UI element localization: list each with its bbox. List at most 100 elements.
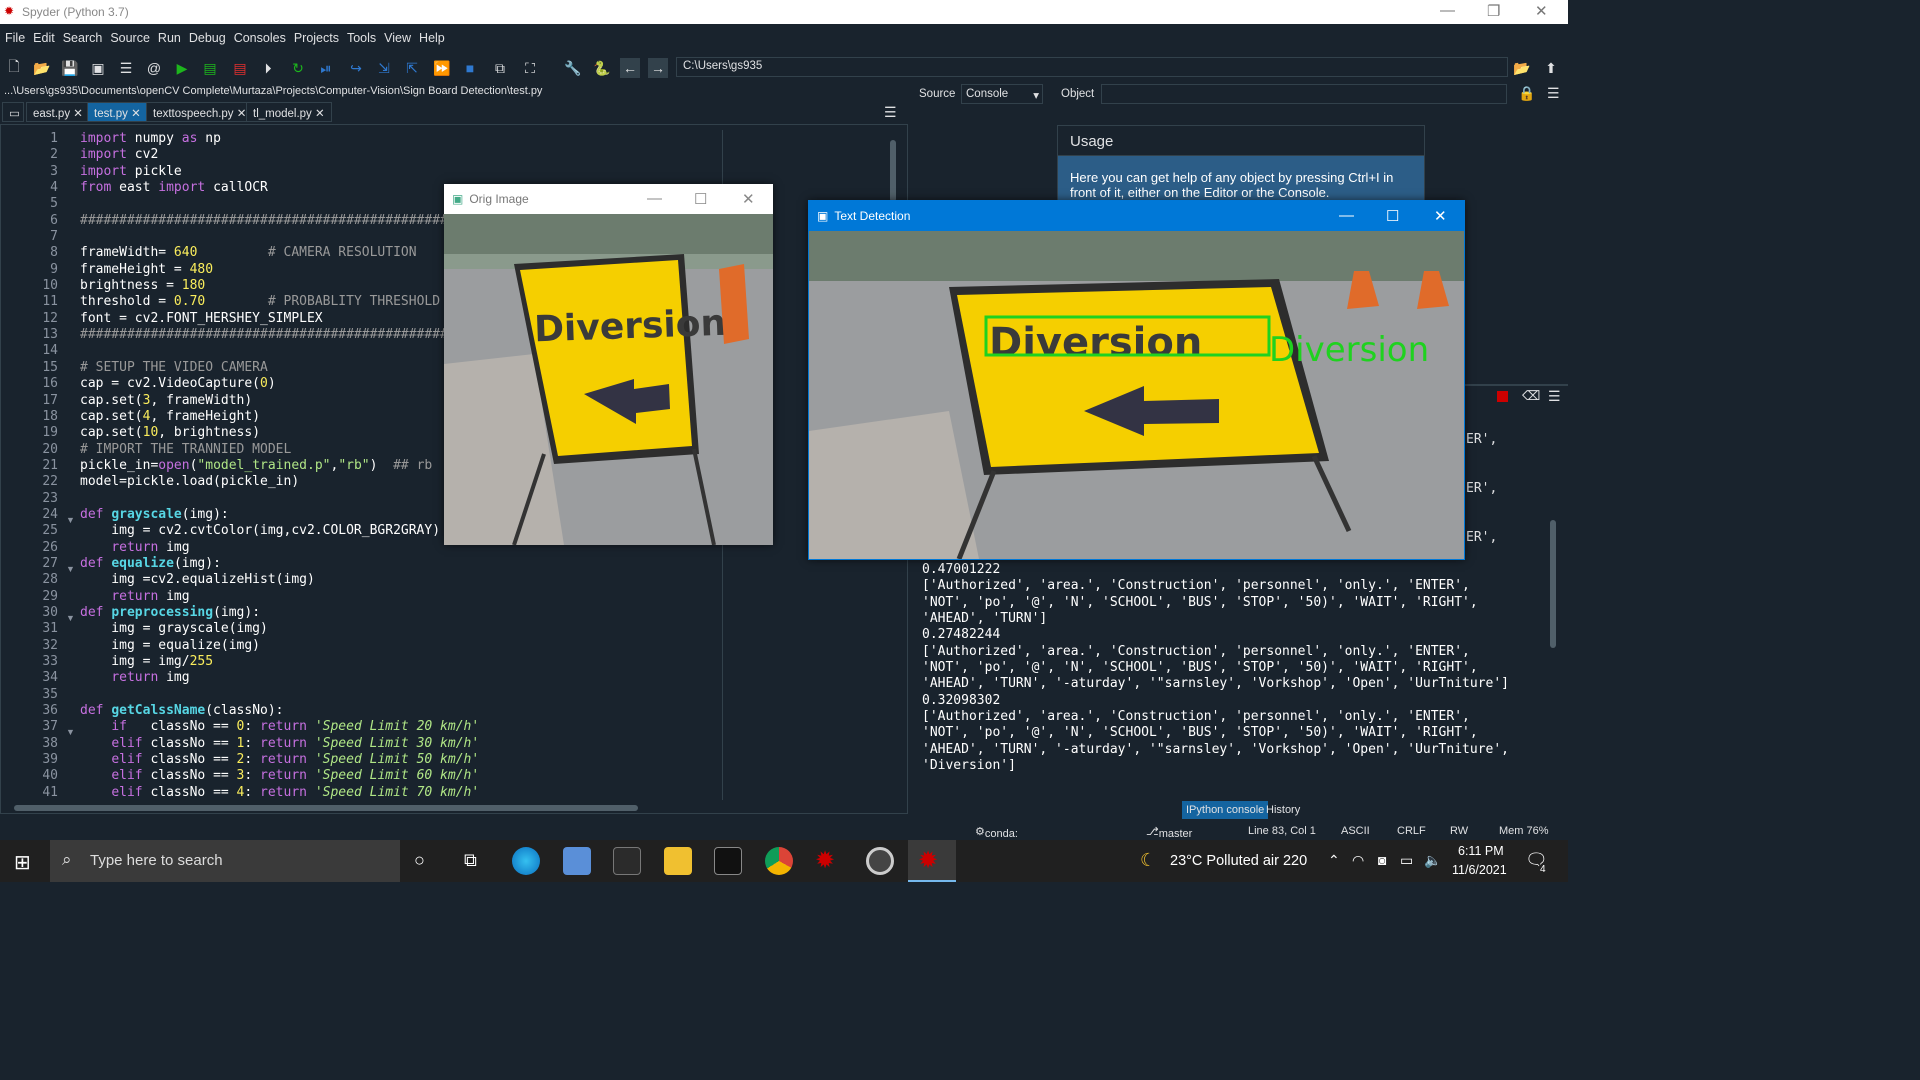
conda-env[interactable]: ⚙ conda: base (Python 3.7.6): [975, 825, 1023, 876]
menu-consoles[interactable]: Consoles: [229, 28, 289, 45]
open-file-icon[interactable]: 📂: [32, 58, 52, 78]
preferences-icon[interactable]: 🔧: [563, 58, 583, 78]
spyder-icon[interactable]: ✹: [815, 846, 835, 875]
edge-icon[interactable]: [512, 847, 540, 875]
menu-file[interactable]: File: [0, 28, 28, 45]
lock-icon[interactable]: 🔒: [1518, 85, 1535, 102]
task-view-icon[interactable]: ⧉: [464, 850, 477, 871]
back-arrow-icon[interactable]: ←: [620, 58, 640, 78]
at-icon[interactable]: @: [144, 58, 164, 78]
clock-time[interactable]: 6:11 PM: [1458, 844, 1504, 858]
save-icon[interactable]: 💾: [60, 58, 80, 78]
close-icon[interactable]: ✕: [742, 190, 755, 208]
working-dir-input[interactable]: C:\Users\gs935: [676, 57, 1508, 77]
wifi-icon[interactable]: ◠: [1352, 852, 1364, 869]
cortana-icon[interactable]: ○: [414, 850, 425, 871]
orig-image-window[interactable]: ▣ Orig Image — ☐ ✕ Diversion: [444, 184, 773, 545]
step-return-icon[interactable]: ⇱: [402, 58, 422, 78]
menu-search[interactable]: Search: [58, 28, 106, 45]
object-input[interactable]: [1101, 84, 1507, 104]
chrome-icon[interactable]: [765, 847, 793, 875]
maximize-pane-icon[interactable]: ⧉: [490, 58, 510, 78]
line-number: 19: [42, 425, 58, 441]
restore-icon[interactable]: ❐: [1487, 2, 1500, 20]
menu-tools[interactable]: Tools: [342, 28, 379, 45]
close-icon[interactable]: ✕: [1535, 2, 1548, 20]
orig-image-titlebar[interactable]: ▣ Orig Image — ☐ ✕: [444, 184, 773, 214]
fold-markers[interactable]: ▼ ▼ ▼ ▼: [66, 512, 75, 741]
weather-text[interactable]: 23°C Polluted air 220: [1170, 853, 1307, 869]
terminal-icon[interactable]: [613, 847, 641, 875]
console-output[interactable]: 0.47001222 ['Authorized', 'area.', 'Cons…: [922, 562, 1547, 774]
run-cell-icon[interactable]: ▤: [200, 58, 220, 78]
camera-icon[interactable]: ◙: [1378, 852, 1386, 868]
step-into-icon[interactable]: ⇲: [374, 58, 394, 78]
stop-debug-icon[interactable]: ■: [460, 58, 480, 78]
console-vscroll[interactable]: [1550, 520, 1556, 648]
menu-edit[interactable]: Edit: [28, 28, 58, 45]
python-path-icon[interactable]: 🐍: [592, 58, 612, 78]
clock-date[interactable]: 11/6/2021: [1452, 863, 1507, 877]
tab-test-py[interactable]: test.py ✕: [87, 102, 148, 122]
console-options-icon[interactable]: ☰: [1548, 388, 1561, 405]
menu-projects[interactable]: Projects: [289, 28, 342, 45]
step-icon[interactable]: ↪: [346, 58, 366, 78]
new-file-icon[interactable]: 🗋: [4, 58, 24, 78]
fullscreen-icon[interactable]: ⛶: [520, 58, 540, 78]
obs-icon[interactable]: [866, 847, 894, 875]
forward-arrow-icon[interactable]: →: [648, 58, 668, 78]
line-number: 39: [42, 752, 58, 768]
windows-start-icon[interactable]: ⊞: [14, 850, 31, 875]
maximize-icon[interactable]: ☐: [1386, 207, 1399, 225]
line-number: 36: [42, 703, 58, 719]
tab-tl-model-py[interactable]: tl_model.py ✕: [246, 102, 332, 122]
window-title: Spyder (Python 3.7): [22, 5, 129, 19]
debug-icon[interactable]: ⏯: [316, 58, 336, 78]
close-tab-icon: ✕: [236, 108, 247, 120]
minimize-icon[interactable]: —: [1339, 207, 1354, 224]
menu-view[interactable]: View: [379, 28, 414, 45]
close-icon[interactable]: ✕: [1434, 207, 1447, 225]
text-detection-window[interactable]: ▣ Text Detection — ☐ ✕ Diversion Diversio…: [808, 200, 1465, 560]
file-explorer-icon[interactable]: [664, 847, 692, 875]
window-icon: ▣: [817, 209, 829, 223]
run-icon[interactable]: ▶: [172, 58, 192, 78]
weather-icon[interactable]: ☾: [1140, 850, 1156, 871]
source-select[interactable]: Console ▾: [961, 84, 1043, 104]
run-cell-advance-icon[interactable]: ▤: [230, 58, 250, 78]
editor-options-icon[interactable]: ☰: [884, 104, 897, 121]
maximize-icon[interactable]: ☐: [694, 190, 707, 208]
tab-ipython-console[interactable]: IPython console: [1182, 801, 1269, 819]
eraser-icon[interactable]: ⌫: [1522, 388, 1540, 404]
text-detection-titlebar[interactable]: ▣ Text Detection — ☐ ✕: [809, 201, 1464, 231]
menu-debug[interactable]: Debug: [184, 28, 229, 45]
browse-tabs-icon[interactable]: ▭: [2, 102, 24, 122]
tab-east-py[interactable]: east.py ✕: [26, 102, 90, 122]
rerun-icon[interactable]: ↻: [288, 58, 308, 78]
menu-run[interactable]: Run: [153, 28, 184, 45]
chevron-up-icon[interactable]: ⌃: [1328, 852, 1340, 869]
minimize-icon[interactable]: —: [1440, 2, 1455, 19]
save-all-icon[interactable]: ▣: [88, 58, 108, 78]
outline-icon[interactable]: ☰: [116, 58, 136, 78]
battery-icon[interactable]: ▭: [1400, 852, 1413, 869]
line-number: 40: [42, 768, 58, 784]
help-options-icon[interactable]: ☰: [1547, 85, 1560, 102]
tab-history[interactable]: History: [1262, 801, 1304, 819]
editor-hscroll[interactable]: [14, 805, 638, 811]
volume-icon[interactable]: 🔈: [1424, 852, 1441, 869]
menu-source[interactable]: Source: [105, 28, 153, 45]
cmd-icon[interactable]: [714, 847, 742, 875]
run-selection-icon[interactable]: ⏵: [258, 58, 278, 78]
minimize-icon[interactable]: —: [647, 190, 662, 207]
app-box-icon[interactable]: [563, 847, 591, 875]
menu-help[interactable]: Help: [414, 28, 448, 45]
parent-dir-icon[interactable]: ⬆: [1541, 58, 1561, 78]
stop-kernel-icon[interactable]: [1497, 391, 1508, 402]
continue-icon[interactable]: ⏩: [432, 58, 452, 78]
browse-folder-icon[interactable]: 📂: [1512, 58, 1532, 78]
taskbar-search[interactable]: ⌕ Type here to search: [50, 840, 400, 882]
tab-texttospeech-py[interactable]: texttospeech.py ✕: [146, 102, 254, 122]
editor-vscroll[interactable]: [890, 140, 896, 202]
spyder-task-active[interactable]: ✹: [908, 840, 956, 882]
